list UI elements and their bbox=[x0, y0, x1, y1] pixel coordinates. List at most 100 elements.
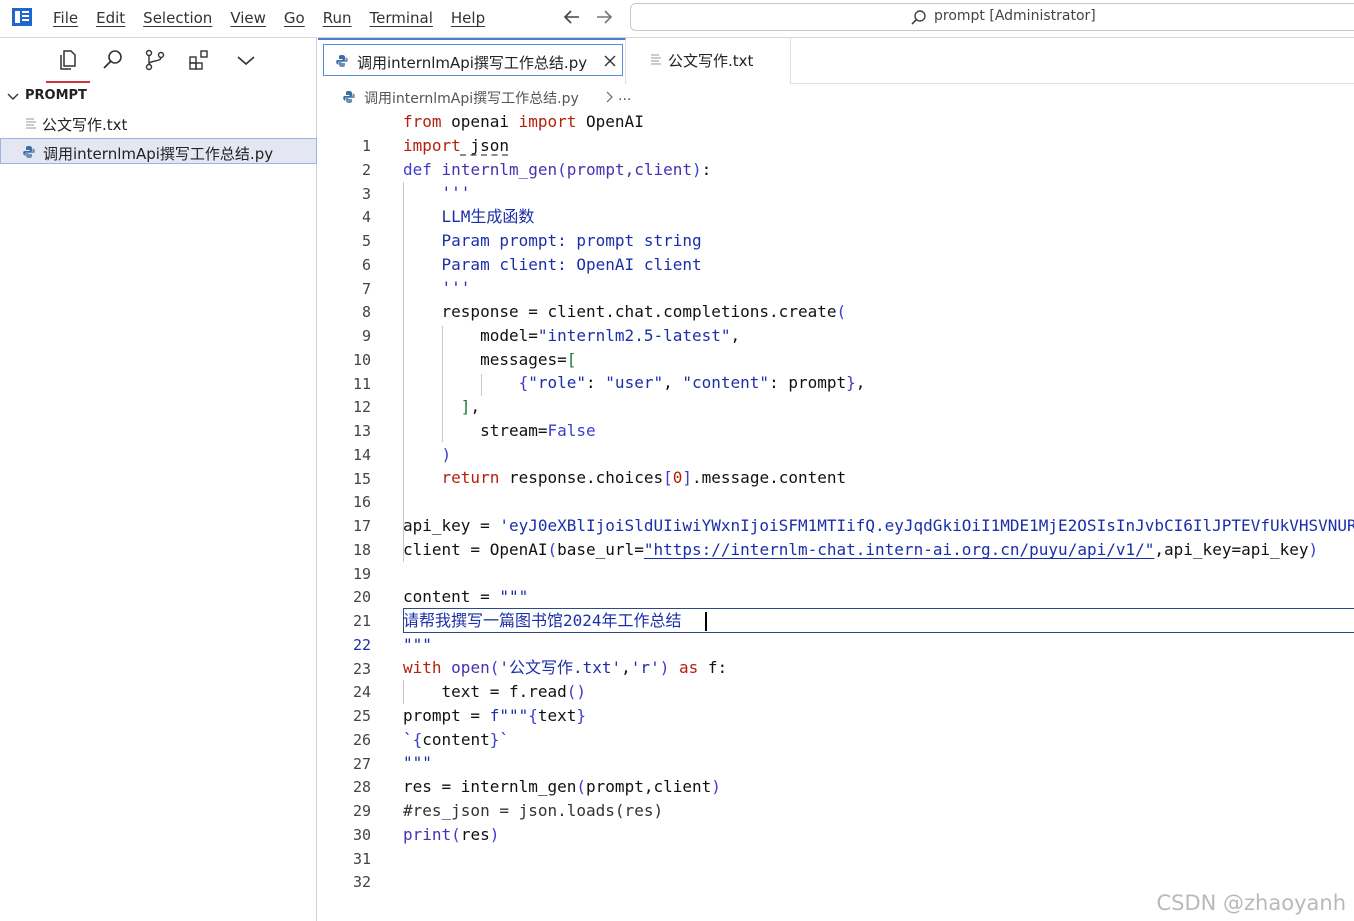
menu-selection[interactable]: Selection bbox=[134, 9, 221, 27]
code-token: { bbox=[528, 706, 538, 725]
code-token: False bbox=[547, 421, 596, 440]
code-line: 29 res = internlm_gen(prompt,client) bbox=[318, 775, 1354, 820]
activity-bar bbox=[0, 38, 317, 84]
arrow-left-icon[interactable] bbox=[561, 6, 583, 28]
code-token: } bbox=[489, 730, 500, 749]
code-line: 25 text = f.read() bbox=[318, 680, 1354, 725]
code-token: { bbox=[412, 730, 423, 749]
code-token: OpenAI bbox=[576, 112, 644, 131]
code-token: 0 bbox=[672, 468, 683, 487]
code-token: ` bbox=[499, 730, 509, 749]
code-token: res bbox=[460, 825, 490, 844]
code-token: } bbox=[846, 373, 856, 392]
code-line: 17 bbox=[318, 490, 1354, 535]
code-token: ) bbox=[711, 777, 721, 796]
watermark: CSDN @zhaoyanh bbox=[1156, 891, 1346, 915]
breadcrumb: 调用internlmApi撰写工作总结.py ... bbox=[318, 84, 1354, 110]
code-token: internlm_gen bbox=[441, 160, 558, 179]
code-line: 32 bbox=[318, 846, 1354, 891]
tree-item-txt[interactable]: 公文写作.txt bbox=[0, 110, 317, 136]
menu-bar: File Edit Selection View Go Run Terminal… bbox=[44, 0, 494, 36]
code-token: as bbox=[678, 658, 699, 677]
extensions-icon[interactable] bbox=[187, 48, 211, 72]
code-line: 23 """ bbox=[318, 633, 1354, 678]
code-line: 11 messages=[ bbox=[318, 348, 1354, 393]
code-token: ] bbox=[682, 468, 693, 487]
code-token: "user" bbox=[605, 373, 664, 392]
arrow-right-icon[interactable] bbox=[593, 6, 615, 28]
code-token: 'r' bbox=[630, 658, 660, 677]
code-line: 13 ], bbox=[318, 395, 1354, 440]
tab-py-file[interactable]: 调用internlmApi撰写工作总结.py bbox=[318, 38, 626, 84]
code-line: 7 Param client: OpenAI client bbox=[318, 253, 1354, 298]
tree-item-py[interactable]: 调用internlmApi撰写工作总结.py bbox=[0, 138, 317, 164]
code-line: 3 def internlm_gen(prompt,client): bbox=[318, 158, 1354, 203]
code-token: """ bbox=[403, 635, 432, 654]
code-token: } bbox=[576, 706, 587, 725]
source-control-icon[interactable] bbox=[143, 48, 167, 72]
app-logo-icon[interactable] bbox=[11, 7, 33, 27]
menu-edit[interactable]: Edit bbox=[87, 9, 134, 27]
code-token: text bbox=[537, 706, 577, 725]
search-icon bbox=[911, 10, 926, 25]
code-token[interactable]: "https://internlm-chat.intern-ai.org.cn/… bbox=[644, 540, 1155, 559]
code-token: import bbox=[518, 112, 577, 131]
explorer-title: PROMPT bbox=[25, 88, 87, 103]
code-line: 27 `{content}` bbox=[318, 728, 1354, 773]
menu-help[interactable]: Help bbox=[442, 9, 494, 27]
code-token: prompt,client bbox=[586, 777, 712, 796]
code-line: 6 Param prompt: prompt string bbox=[318, 229, 1354, 274]
title-bar: File Edit Selection View Go Run Terminal… bbox=[0, 0, 1354, 38]
menu-file[interactable]: File bbox=[44, 9, 87, 27]
files-icon[interactable] bbox=[56, 48, 80, 72]
code-line: 28 """ bbox=[318, 751, 1354, 796]
menu-view[interactable]: View bbox=[221, 9, 275, 27]
code-token: ) bbox=[692, 160, 702, 179]
code-token: ( bbox=[576, 777, 587, 796]
code-token: def bbox=[403, 160, 432, 179]
chevron-down-icon[interactable] bbox=[234, 48, 258, 72]
sidebar: PROMPT 公文写作.txt 调用internlmApi撰写工作总结.py bbox=[0, 38, 317, 921]
code-token: base_url= bbox=[557, 540, 644, 559]
menu-go[interactable]: Go bbox=[275, 9, 314, 27]
close-icon[interactable] bbox=[603, 54, 617, 68]
code-line: 9 response = client.chat.completions.cre… bbox=[318, 300, 1354, 345]
code-line: 14 stream=False bbox=[318, 419, 1354, 464]
text-file-icon bbox=[26, 118, 36, 129]
code-token: "content" bbox=[682, 373, 770, 392]
code-token: print bbox=[403, 825, 452, 844]
active-view-indicator bbox=[46, 81, 90, 83]
tab-txt-file[interactable]: 公文写作.txt bbox=[627, 38, 791, 84]
breadcrumb-file[interactable]: 调用internlmApi撰写工作总结.py bbox=[364, 88, 579, 108]
code-token: client = OpenAI bbox=[403, 540, 548, 559]
code-token: content bbox=[422, 730, 490, 749]
code-line: 1 from openai import OpenAI bbox=[318, 110, 1354, 155]
code-token: "internlm2.5-latest" bbox=[537, 326, 731, 345]
code-token: "role" bbox=[528, 373, 587, 392]
code-token: () bbox=[566, 682, 587, 701]
code-token: with bbox=[403, 658, 442, 677]
chevron-down-icon bbox=[7, 93, 19, 100]
menu-run[interactable]: Run bbox=[314, 9, 361, 27]
code-token: ''' bbox=[403, 278, 471, 297]
chevron-right-icon bbox=[606, 91, 613, 103]
code-line: 8 ''' bbox=[318, 276, 1354, 321]
code-line: 18 api_key = 'eyJ0eXBlIjoiSldUIiwiYWxnIj… bbox=[318, 514, 1354, 559]
code-token: ( bbox=[836, 302, 847, 321]
breadcrumb-more[interactable]: ... bbox=[618, 88, 631, 104]
code-line: 26 prompt = f"""{text} bbox=[318, 704, 1354, 749]
search-icon[interactable] bbox=[101, 48, 125, 72]
command-center-search[interactable]: prompt [Administrator] bbox=[630, 3, 1354, 31]
code-token: , bbox=[730, 326, 741, 345]
code-line: 12 {"role": "user", "content": prompt}, bbox=[318, 371, 1354, 416]
tab-label: 调用internlmApi撰写工作总结.py bbox=[357, 54, 588, 72]
explorer-section-header[interactable]: PROMPT bbox=[0, 86, 317, 108]
code-editor[interactable]: 1 from openai import OpenAI 2 import jso… bbox=[318, 110, 1354, 921]
code-token: response = client.chat.completions.creat… bbox=[403, 302, 837, 321]
menu-terminal[interactable]: Terminal bbox=[361, 9, 442, 27]
command-center-text: prompt [Administrator] bbox=[934, 8, 1096, 24]
